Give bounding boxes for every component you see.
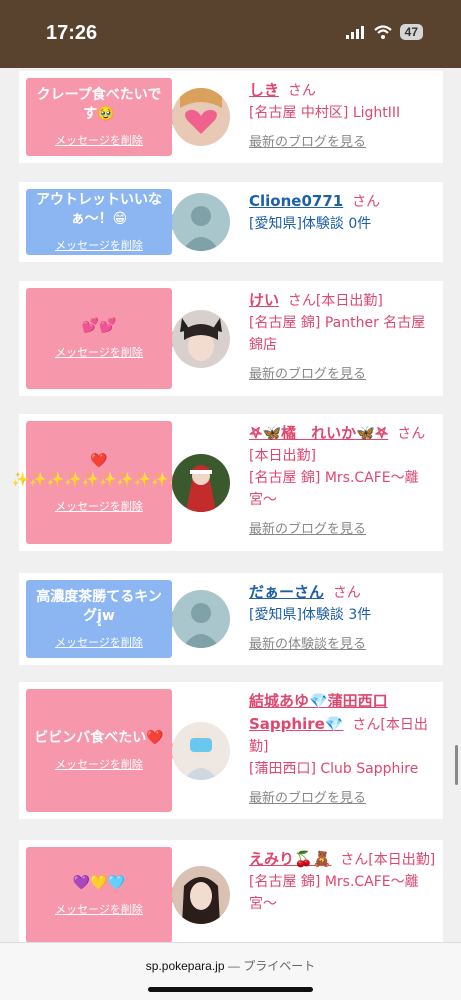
- status-bar: 17:26 47: [0, 0, 461, 68]
- honorific-status: さん: [352, 194, 381, 210]
- message-bubble: 高濃度茶勝てるキングj͓w メッセージを削除: [26, 580, 181, 658]
- profile-name-link[interactable]: Clione0771: [249, 192, 343, 210]
- url-private-label: — プライベート: [227, 959, 316, 973]
- bubble-message-text: 高濃度茶勝てるキングj͓w: [36, 589, 162, 624]
- browser-bottom-bar: sp.pokepara.jp — プライベート: [0, 942, 461, 1000]
- profile-info: えみり🍒🧸 さん[本日出勤] [名古屋 錦] Mrs.CAFE〜離宮〜: [249, 848, 437, 915]
- profile-info: しき さん [名古屋 中村区] LightIII 最新のブログを見る: [249, 79, 437, 154]
- latest-post-link[interactable]: 最新のブログを見る: [249, 132, 437, 154]
- name-line: 𖤐🦋橘 れいか🦋𖤐 さん[本日出勤]: [249, 422, 437, 467]
- message-card: アウトレットいいなぁ〜！😁 メッセージを削除 Clione0771 さん [愛知県]体…: [19, 182, 443, 262]
- url-bar[interactable]: sp.pokepara.jp — プライベート: [0, 957, 461, 974]
- honorific-status: さん: [332, 585, 361, 601]
- profile-info: けい さん[本日出勤] [名古屋 錦] Panther 名古屋錦店最新のブログを見…: [249, 289, 437, 386]
- bubble-message-text: 💕💕: [81, 318, 117, 334]
- delete-message-link[interactable]: メッセージを削除: [55, 498, 143, 514]
- delete-message-link[interactable]: メッセージを削除: [55, 132, 143, 148]
- delete-message-link[interactable]: メッセージを削除: [55, 237, 143, 253]
- latest-post-link[interactable]: 最新のブログを見る: [249, 519, 437, 541]
- status-icons: 47: [345, 24, 423, 40]
- wifi-icon: [373, 25, 392, 39]
- latest-post-link[interactable]: 最新のブログを見る: [249, 788, 437, 810]
- profile-detail: [蒲田西口] Club Sapphire: [249, 761, 419, 777]
- profile-name-link[interactable]: 𖤐🦋橘 れいか🦋𖤐: [249, 424, 388, 442]
- honorific-status: さん[本日出勤]: [287, 293, 383, 309]
- honorific-status: さん[本日出勤]: [340, 852, 436, 868]
- message-bubble: アウトレットいいなぁ〜！😁 メッセージを削除: [26, 189, 181, 255]
- message-card: ❤️✨✨✨✨✨✨✨✨✨✨ メッセージを削除 𖤐🦋橘 れいか🦋𖤐 さん[本日出勤] [名…: [12, 414, 443, 551]
- profile-detail: [愛知県]体験談 3件: [249, 607, 372, 623]
- battery-icon: 47: [399, 24, 423, 40]
- bubble-message-text: ビビンバ食べたい❤️: [34, 730, 164, 746]
- profile-name-link[interactable]: だぁーさん: [249, 583, 324, 601]
- profile-info: 結城あゆ💎蒲田西口Sapphire💎 さん[本日出勤] [蒲田西口] Club S…: [249, 690, 437, 810]
- honorific-status: さん: [287, 83, 316, 99]
- profile-detail: [名古屋 錦] Mrs.CAFE〜離宮〜: [249, 874, 419, 912]
- home-indicator[interactable]: [148, 987, 313, 992]
- avatar[interactable]: [172, 88, 230, 146]
- profile-detail: [名古屋 中村区] LightIII: [249, 105, 401, 121]
- name-line: だぁーさん さん: [249, 581, 437, 604]
- avatar[interactable]: [172, 590, 230, 648]
- name-line: 結城あゆ💎蒲田西口Sapphire💎 さん[本日出勤]: [249, 690, 437, 758]
- delete-message-link[interactable]: メッセージを削除: [55, 901, 143, 917]
- message-bubble: ❤️✨✨✨✨✨✨✨✨✨✨ メッセージを削除: [12, 421, 186, 544]
- latest-post-link[interactable]: 最新の体験談を見る: [249, 634, 437, 656]
- bubble-message-text: アウトレットいいなぁ〜！😁: [36, 192, 162, 227]
- profile-detail: [愛知県]体験談 0件: [249, 216, 372, 232]
- name-line: Clione0771 さん: [249, 190, 437, 213]
- delete-message-link[interactable]: メッセージを削除: [55, 634, 143, 650]
- delete-message-link[interactable]: メッセージを削除: [55, 344, 143, 360]
- avatar[interactable]: [172, 454, 230, 512]
- message-bubble: 💕💕 メッセージを削除: [26, 288, 181, 389]
- signal-icon: [345, 26, 364, 39]
- latest-post-link[interactable]: 最新のブログを見る: [249, 364, 437, 386]
- profile-detail: [名古屋 錦] Panther 名古屋錦店: [249, 315, 426, 353]
- avatar[interactable]: [172, 193, 230, 251]
- name-line: しき さん: [249, 79, 437, 102]
- message-card: 💕💕 メッセージを削除 けい さん[本日出勤] [名古屋 錦] Panther 名古屋…: [19, 281, 443, 396]
- name-line: けい さん[本日出勤]: [249, 289, 437, 312]
- profile-info: Clione0771 さん [愛知県]体験談 0件: [249, 190, 437, 235]
- bubble-message-text: 💜💛🩵: [72, 874, 126, 891]
- avatar[interactable]: [172, 866, 230, 924]
- message-bubble: 💜💛🩵 メッセージを削除: [26, 847, 181, 943]
- profile-info: だぁーさん さん [愛知県]体験談 3件最新の体験談を見る: [249, 581, 437, 656]
- message-card: クレープ食べたいです🥹 メッセージを削除 しき さん [名古屋 中村区] LightI…: [19, 71, 443, 163]
- profile-name-link[interactable]: えみり🍒🧸: [249, 850, 331, 868]
- profile-detail: [名古屋 錦] Mrs.CAFE〜離宮〜: [249, 470, 419, 508]
- bubble-message-text: クレープ食べたいです🥹: [36, 87, 162, 122]
- message-card: ビビンバ食べたい❤️ メッセージを削除 結城あゆ💎蒲田西口Sapphire💎 さん[…: [19, 682, 443, 819]
- status-time: 17:26: [46, 22, 98, 44]
- bubble-message-text: ❤️✨✨✨✨✨✨✨✨✨✨: [11, 452, 187, 488]
- profile-name-link[interactable]: しき: [249, 81, 279, 99]
- message-bubble: ビビンバ食べたい❤️ メッセージを削除: [26, 689, 181, 812]
- delete-message-link[interactable]: メッセージを削除: [55, 756, 143, 772]
- scrollbar[interactable]: [455, 745, 458, 785]
- profile-name-link[interactable]: けい: [249, 291, 279, 309]
- profile-info: 𖤐🦋橘 れいか🦋𖤐 さん[本日出勤] [名古屋 錦] Mrs.CAFE〜離宮〜最新…: [249, 422, 437, 541]
- name-line: えみり🍒🧸 さん[本日出勤]: [249, 848, 437, 871]
- message-card: 高濃度茶勝てるキングj͓w メッセージを削除 だぁーさん さん [愛知県]体験談 3件…: [19, 573, 443, 665]
- avatar[interactable]: [172, 310, 230, 368]
- url-domain: sp.pokepara.jp: [145, 959, 225, 973]
- avatar[interactable]: [172, 722, 230, 780]
- message-bubble: クレープ食べたいです🥹 メッセージを削除: [26, 78, 181, 156]
- message-card: 💜💛🩵 メッセージを削除 えみり🍒🧸 さん[本日出勤] [名古屋 錦] Mrs.CAF…: [19, 840, 443, 950]
